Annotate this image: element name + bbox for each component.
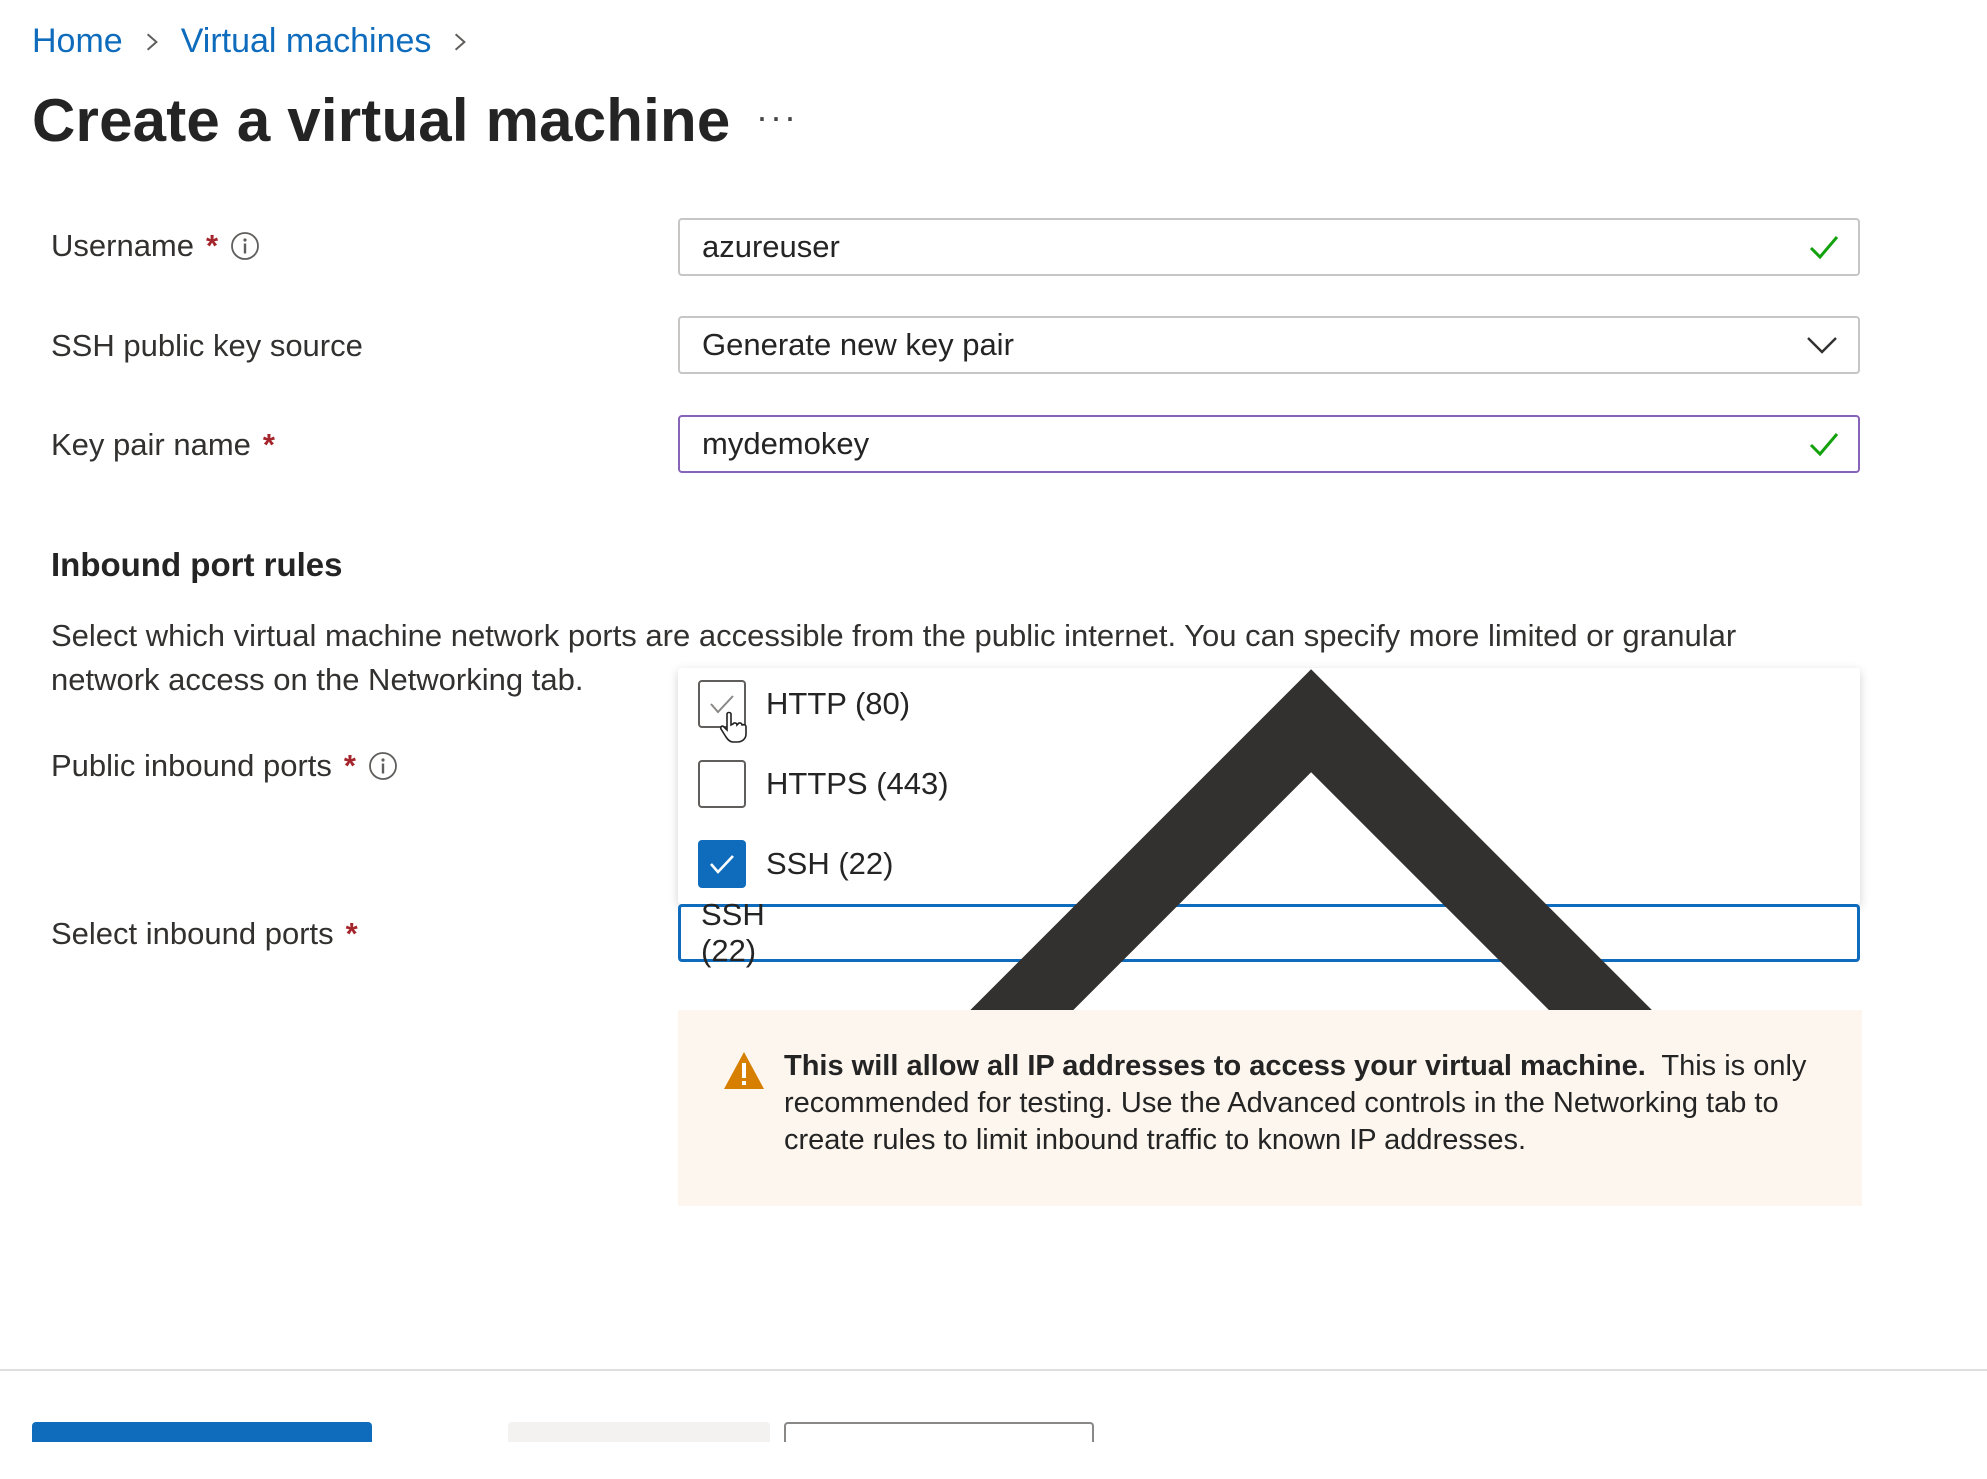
key-pair-label: Key pair name *	[51, 427, 275, 463]
breadcrumb-home-link[interactable]: Home	[32, 22, 123, 61]
ssh-source-select[interactable]: Generate new key pair	[678, 316, 1860, 374]
footer-divider	[0, 1369, 1987, 1371]
warning-text: This will allow all IP addresses to acce…	[784, 1048, 1822, 1206]
secondary-button[interactable]	[508, 1422, 770, 1442]
inbound-section-title: Inbound port rules	[51, 546, 343, 583]
public-ports-label: Public inbound ports *	[51, 748, 398, 784]
info-icon[interactable]	[230, 231, 260, 261]
warning-message: This will allow all IP addresses to acce…	[678, 1010, 1862, 1206]
ssh-source-value: Generate new key pair	[702, 327, 1014, 362]
warning-bold-text: This will allow all IP addresses to acce…	[784, 1050, 1646, 1082]
primary-button[interactable]	[32, 1422, 372, 1442]
chevron-right-icon	[146, 33, 158, 50]
page-title: Create a virtual machine	[32, 87, 731, 154]
info-icon[interactable]	[368, 751, 398, 781]
select-ports-label-text: Select inbound ports	[51, 916, 334, 951]
required-marker: *	[343, 748, 356, 783]
chevron-right-icon	[455, 33, 467, 50]
outline-button[interactable]	[784, 1422, 1094, 1442]
checkbox-https[interactable]	[698, 760, 746, 808]
public-ports-label-text: Public inbound ports	[51, 748, 332, 783]
select-ports-dropdown[interactable]: SSH (22)	[678, 669, 1860, 1172]
required-marker: *	[262, 427, 275, 462]
required-marker: *	[206, 228, 219, 263]
warning-icon	[724, 1052, 764, 1089]
ssh-source-label: SSH public key source	[51, 328, 363, 364]
username-label: Username *	[51, 228, 260, 264]
select-ports-value: SSH (22)	[701, 897, 765, 968]
username-value: azureuser	[702, 229, 840, 264]
more-options-button[interactable]: ···	[756, 96, 798, 138]
cursor-hand-icon	[719, 711, 747, 743]
breadcrumb: Home Virtual machines	[32, 22, 471, 61]
chevron-down-icon	[1807, 337, 1837, 354]
breadcrumb-vms-link[interactable]: Virtual machines	[181, 22, 432, 61]
ssh-source-label-text: SSH public key source	[51, 328, 363, 363]
chevron-up-icon	[860, 669, 1762, 1172]
valid-check-icon	[1809, 236, 1839, 260]
checkbox-ssh[interactable]	[698, 840, 746, 888]
select-ports-label: Select inbound ports *	[51, 916, 358, 952]
username-label-text: Username	[51, 228, 194, 263]
username-field[interactable]: azureuser	[678, 218, 1860, 276]
key-pair-label-text: Key pair name	[51, 427, 251, 462]
check-icon	[710, 855, 734, 874]
required-marker: *	[345, 916, 358, 951]
